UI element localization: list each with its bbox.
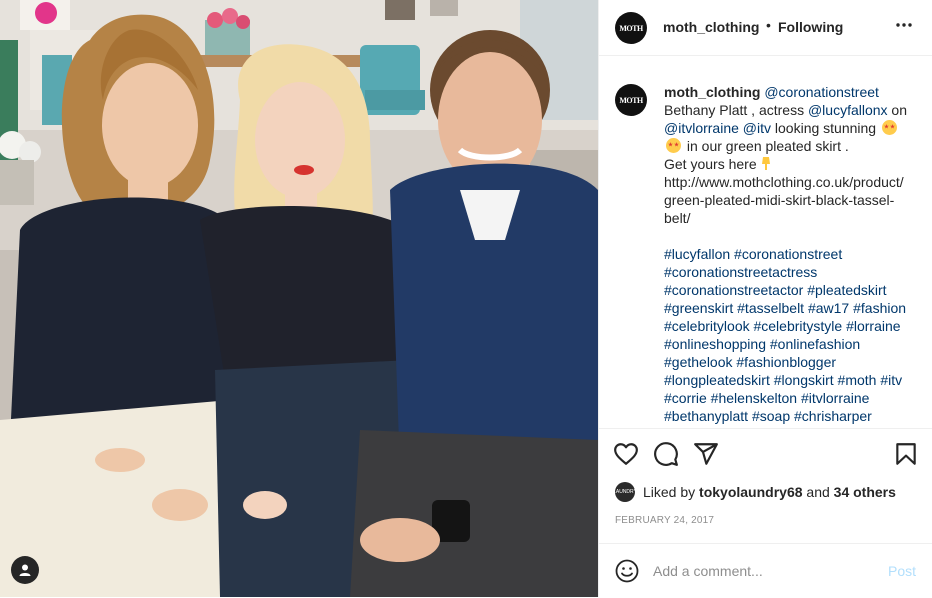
caption-text-segment: Get yours here: [664, 156, 757, 172]
caption-line: Bethany Platt , actress @lucyfallonx on: [664, 101, 924, 119]
post-photo[interactable]: [0, 0, 598, 597]
user-tag-button[interactable]: [11, 556, 39, 584]
action-bar: [599, 428, 932, 481]
hashtag-line[interactable]: #greenskirt #tasselbelt #aw17 #fashion: [664, 299, 924, 317]
post-comment-button[interactable]: Post: [888, 563, 916, 579]
mention-link[interactable]: @coronationstreet: [764, 84, 879, 100]
caption-line: Get yours here: [664, 155, 924, 173]
caption-area: MOTH moth_clothing @coronationstreet Bet…: [599, 56, 932, 428]
caption-text-segment: on: [887, 102, 908, 118]
likes-middle: and: [806, 484, 830, 500]
likes-count-link[interactable]: 34 others: [834, 484, 896, 500]
caption-line: belt/: [664, 209, 924, 227]
post-photo-illustration: [0, 0, 598, 597]
hashtag-line[interactable]: #celebritylook #celebritystyle #lorraine: [664, 317, 924, 335]
caption-line: http://www.mothclothing.co.uk/product/: [664, 173, 924, 191]
more-icon[interactable]: [894, 15, 914, 35]
hashtag-line[interactable]: #coronationstreetactor #pleatedskirt: [664, 281, 924, 299]
caption-line: in our green pleated skirt .: [664, 137, 924, 155]
likes-summary: LAUNDRY Liked by tokyolaundry68 and 34 o…: [613, 482, 896, 502]
hashtag-line[interactable]: #lucyfallon #coronationstreet: [664, 245, 924, 263]
caption-text: moth_clothing @coronationstreet Bethany …: [664, 83, 924, 425]
product-link[interactable]: belt/: [664, 210, 690, 226]
post-side-panel: MOTH moth_clothing • Following MOTH moth…: [598, 0, 932, 597]
caption-line: @itvlorraine @itv looking stunning: [664, 119, 924, 137]
post-date[interactable]: FEBRUARY 24, 2017: [615, 515, 714, 526]
star-struck-emoji-icon: [666, 138, 681, 153]
caption-avatar[interactable]: MOTH: [615, 84, 647, 116]
post-header: MOTH moth_clothing • Following: [599, 0, 932, 56]
profile-username[interactable]: moth_clothing: [663, 19, 759, 35]
star-struck-emoji-icon: [881, 120, 897, 135]
pointing-down-emoji-icon: [761, 157, 770, 170]
mention-link[interactable]: @lucyfallonx: [808, 102, 888, 118]
liker-avatar[interactable]: LAUNDRY: [613, 482, 637, 502]
liker-username[interactable]: tokyolaundry68: [699, 484, 802, 500]
separator-dot: •: [766, 17, 771, 33]
emoji-icon[interactable]: [615, 559, 639, 583]
profile-avatar[interactable]: MOTH: [615, 12, 647, 44]
caption-text-segment: Bethany Platt , actress: [664, 102, 808, 118]
hashtag-line[interactable]: #coronationstreetactress: [664, 263, 924, 281]
product-link[interactable]: green-pleated-midi-skirt-black-tassel-: [664, 192, 894, 208]
share-icon[interactable]: [693, 441, 719, 467]
comment-input[interactable]: [653, 560, 873, 582]
bookmark-icon[interactable]: [893, 441, 919, 467]
caption-line: green-pleated-midi-skirt-black-tassel-: [664, 191, 924, 209]
hashtag-line[interactable]: #bethanyplatt #soap #chrisharper: [664, 407, 924, 425]
caption-text-segment: in our green pleated skirt .: [683, 138, 849, 154]
product-link[interactable]: http://www.mothclothing.co.uk/product/: [664, 174, 904, 190]
instagram-post-view: MOTH moth_clothing • Following MOTH moth…: [0, 0, 932, 597]
comment-icon[interactable]: [653, 441, 679, 467]
hashtag-line[interactable]: #onlineshopping #onlinefashion: [664, 335, 924, 353]
comment-box: Post: [599, 543, 932, 598]
likes-prefix: Liked by: [643, 484, 696, 500]
caption-text-segment: looking stunning: [771, 120, 880, 136]
hashtag-line[interactable]: #gethelook #fashionblogger: [664, 353, 924, 371]
hashtag-line[interactable]: #corrie #helenskelton #itvlorraine: [664, 389, 924, 407]
user-tag-icon: [19, 564, 31, 576]
hashtag-line[interactable]: #longpleatedskirt #longskirt #moth #itv: [664, 371, 924, 389]
following-button[interactable]: Following: [778, 19, 843, 35]
mention-link[interactable]: @itv: [743, 120, 771, 136]
caption-username[interactable]: moth_clothing: [664, 84, 760, 100]
heart-icon[interactable]: [613, 441, 639, 467]
mention-link[interactable]: @itvlorraine: [664, 120, 739, 136]
